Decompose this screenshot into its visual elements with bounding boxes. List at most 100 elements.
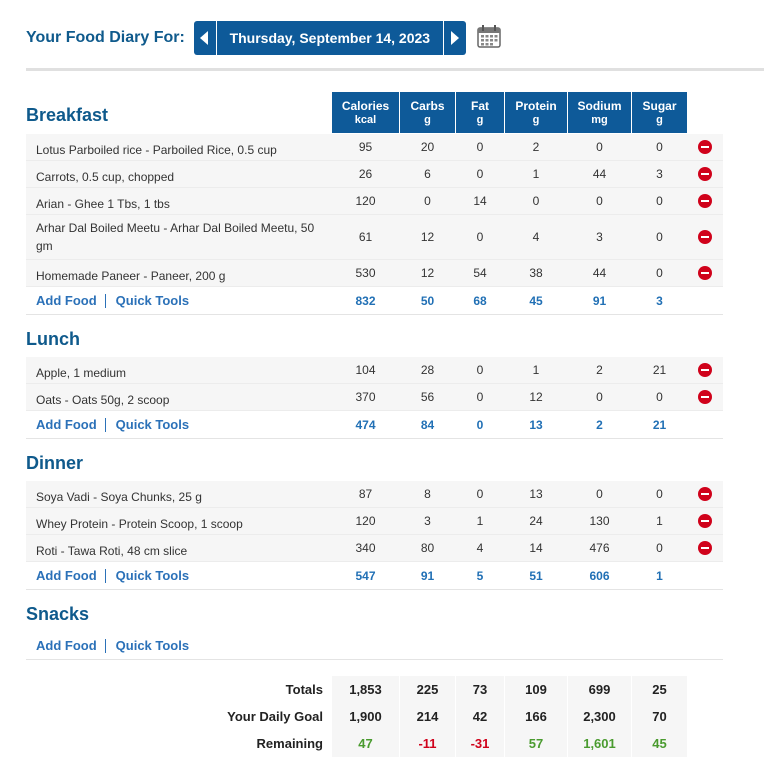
sodium-goal: 2,300 xyxy=(568,703,631,730)
totals-label: Totals xyxy=(285,682,323,697)
calories-value: 120 xyxy=(355,194,376,208)
calories-sum: 547 xyxy=(355,568,376,583)
calories-total: 1,853 xyxy=(332,676,399,703)
fat-value: 0 xyxy=(476,230,484,244)
carbs-value: 0 xyxy=(424,194,431,208)
food-row[interactable]: Soya Vadi - Soya Chunks, 25 g 87 8 0 13 … xyxy=(26,481,723,508)
add-food-link[interactable]: Add Food xyxy=(36,293,97,308)
daily-goal-label: Your Daily Goal xyxy=(227,709,323,724)
remaining-label: Remaining xyxy=(256,736,323,751)
sugar-goal: 70 xyxy=(632,703,687,730)
delete-icon[interactable] xyxy=(698,167,712,181)
carbs-value: 56 xyxy=(420,390,435,404)
food-name[interactable]: Arian - Ghee 1 Tbs, 1 tbs xyxy=(36,195,316,213)
meal-title-lunch: Lunch xyxy=(26,329,80,349)
food-name[interactable]: Soya Vadi - Soya Chunks, 25 g xyxy=(36,488,316,506)
quick-tools-link[interactable]: Quick Tools xyxy=(116,293,189,308)
carbs-sum: 84 xyxy=(420,417,435,432)
dinner-table: Soya Vadi - Soya Chunks, 25 g 87 8 0 13 … xyxy=(26,481,723,590)
carbs-total: 225 xyxy=(400,676,455,703)
food-name[interactable]: Homemade Paneer - Paneer, 200 g xyxy=(36,267,316,285)
delete-icon[interactable] xyxy=(698,363,712,377)
previous-day-button[interactable] xyxy=(193,21,216,55)
link-divider xyxy=(104,638,106,653)
sugar-value: 1 xyxy=(656,514,663,528)
delete-icon[interactable] xyxy=(698,514,712,528)
food-row[interactable]: Lotus Parboiled rice - Parboiled Rice, 0… xyxy=(26,134,723,161)
calories-goal: 1,900 xyxy=(332,703,399,730)
food-row[interactable]: Oats - Oats 50g, 2 scoop 370 56 0 12 0 0 xyxy=(26,384,723,411)
add-food-link[interactable]: Add Food xyxy=(36,417,97,432)
food-name[interactable]: Apple, 1 medium xyxy=(36,364,316,382)
carbs-goal: 214 xyxy=(400,703,455,730)
column-header-protein: Protein g xyxy=(505,92,567,133)
quick-tools-link[interactable]: Quick Tools xyxy=(116,417,189,432)
sodium-value: 130 xyxy=(589,514,610,528)
food-row[interactable]: Roti - Tawa Roti, 48 cm slice 340 80 4 1… xyxy=(26,535,723,562)
food-row[interactable]: Arhar Dal Boiled Meetu - Arhar Dal Boile… xyxy=(26,215,723,260)
protein-value: 0 xyxy=(532,194,540,208)
food-name[interactable]: Carrots, 0.5 cup, chopped xyxy=(36,168,316,186)
carbs-value: 20 xyxy=(420,140,435,154)
calories-value: 120 xyxy=(355,514,376,528)
delete-icon[interactable] xyxy=(698,230,712,244)
delete-icon[interactable] xyxy=(698,487,712,501)
delete-icon[interactable] xyxy=(698,140,712,154)
snacks-table: Add Food Quick Tools xyxy=(26,632,723,660)
sodium-remaining: 1,601 xyxy=(568,730,631,757)
food-row[interactable]: Arian - Ghee 1 Tbs, 1 tbs 120 0 14 0 0 0 xyxy=(26,188,723,215)
add-food-link[interactable]: Add Food xyxy=(36,638,97,653)
sugar-value: 0 xyxy=(656,487,663,501)
sodium-sum: 91 xyxy=(592,293,607,308)
delete-icon[interactable] xyxy=(698,266,712,280)
food-row[interactable]: Whey Protein - Protein Scoop, 1 scoop 12… xyxy=(26,508,723,535)
food-name[interactable]: Oats - Oats 50g, 2 scoop xyxy=(36,391,316,409)
diary-header-label: Your Food Diary For: xyxy=(26,29,185,46)
calories-value: 87 xyxy=(358,487,373,501)
food-row[interactable]: Carrots, 0.5 cup, chopped 26 6 0 1 44 3 xyxy=(26,161,723,188)
quick-tools-link[interactable]: Quick Tools xyxy=(116,568,189,583)
add-food-link[interactable]: Add Food xyxy=(36,568,97,583)
sugar-value: 0 xyxy=(656,266,663,280)
column-header-sodium: Sodium mg xyxy=(568,92,631,133)
protein-sum: 51 xyxy=(529,568,543,583)
food-row[interactable]: Apple, 1 medium 104 28 0 1 2 21 xyxy=(26,357,723,384)
quick-tools-link[interactable]: Quick Tools xyxy=(116,638,189,653)
totals-row: Totals 1,853 225 73 109 699 25 xyxy=(26,676,723,703)
carbs-value: 8 xyxy=(424,487,431,501)
column-header-carbs: Carbs g xyxy=(400,92,455,133)
delete-icon[interactable] xyxy=(698,541,712,555)
sugar-value: 21 xyxy=(652,363,667,377)
next-day-button[interactable] xyxy=(443,21,466,55)
fat-value: 14 xyxy=(473,194,487,208)
date-navigator: Thursday, September 14, 2023 xyxy=(193,21,466,55)
fat-value: 4 xyxy=(476,541,484,555)
calendar-icon[interactable] xyxy=(477,24,501,53)
food-name[interactable]: Arhar Dal Boiled Meetu - Arhar Dal Boile… xyxy=(36,219,316,255)
food-name[interactable]: Roti - Tawa Roti, 48 cm slice xyxy=(36,542,316,560)
column-header-fat: Fat g xyxy=(456,92,504,133)
carbs-value: 12 xyxy=(420,230,435,244)
meal-summary-row: Add Food Quick Tools 547 91 5 51 606 1 xyxy=(26,562,723,590)
protein-value: 13 xyxy=(529,487,543,501)
calories-value: 26 xyxy=(358,167,373,181)
sodium-value: 0 xyxy=(596,487,603,501)
meal-links: Add Food Quick Tools xyxy=(36,562,189,589)
food-name[interactable]: Lotus Parboiled rice - Parboiled Rice, 0… xyxy=(36,141,316,159)
carbs-value: 12 xyxy=(420,266,435,280)
delete-icon[interactable] xyxy=(698,390,712,404)
protein-value: 2 xyxy=(532,140,540,154)
lunch-table: Apple, 1 medium 104 28 0 1 2 21 Oats - O… xyxy=(26,357,723,439)
fat-goal: 42 xyxy=(456,703,504,730)
current-date: Thursday, September 14, 2023 xyxy=(215,21,444,55)
delete-icon[interactable] xyxy=(698,194,712,208)
column-header-calories: Calories kcal xyxy=(332,92,399,133)
sugar-value: 0 xyxy=(656,230,663,244)
food-name[interactable]: Whey Protein - Protein Scoop, 1 scoop xyxy=(36,515,316,533)
protein-value: 14 xyxy=(529,541,543,555)
meal-links: Add Food Quick Tools xyxy=(36,287,189,314)
calories-value: 530 xyxy=(355,266,376,280)
food-row[interactable]: Homemade Paneer - Paneer, 200 g 530 12 5… xyxy=(26,260,723,287)
protein-value: 38 xyxy=(529,266,543,280)
calories-value: 61 xyxy=(358,230,373,244)
